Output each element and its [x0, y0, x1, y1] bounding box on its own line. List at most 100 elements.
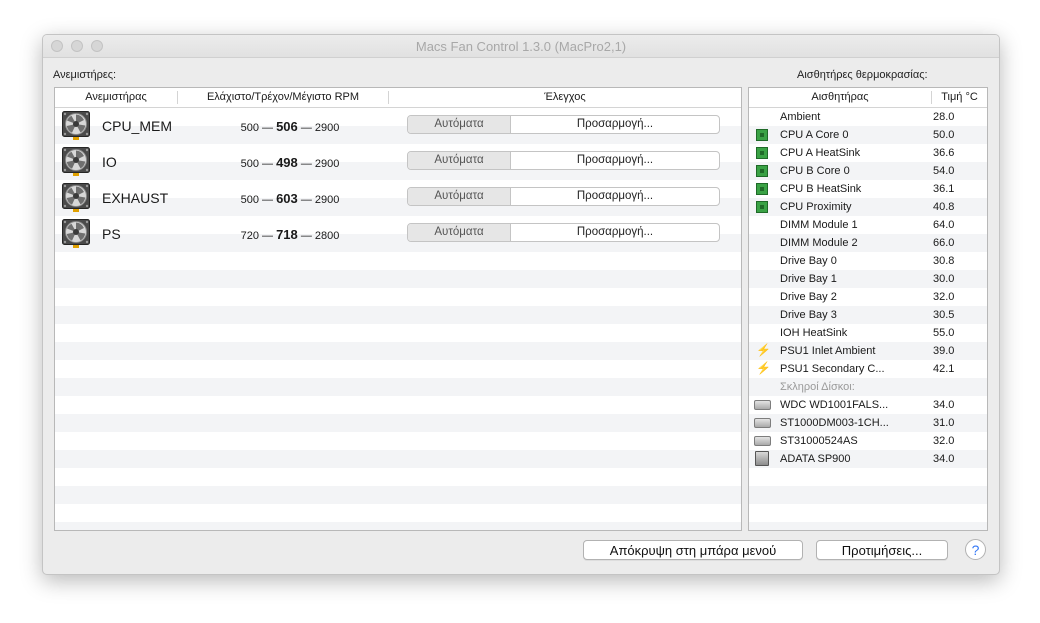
fans-section-label: Ανεμιστήρες: — [53, 69, 117, 81]
sensor-row[interactable]: CPU A HeatSink 36.6 — [749, 144, 987, 162]
sensor-name: Drive Bay 1 — [780, 273, 837, 285]
sensor-row[interactable]: IOH HeatSink 55.0 — [749, 324, 987, 342]
table-stripe — [55, 396, 741, 414]
hard-disk-icon — [754, 436, 771, 446]
auto-control-button[interactable]: Αυτόματα — [408, 224, 511, 241]
auto-control-button[interactable]: Αυτόματα — [408, 188, 511, 205]
col-rpm-header[interactable]: Ελάχιστο/Τρέχον/Μέγιστο RPM — [178, 91, 388, 103]
table-stripe — [55, 270, 741, 288]
sensor-value: 36.6 — [933, 147, 955, 159]
rpm-separator: — — [262, 122, 274, 134]
title-bar: Macs Fan Control 1.3.0 (MacPro2,1) — [43, 35, 999, 58]
sensor-row[interactable]: Drive Bay 2 32.0 — [749, 288, 987, 306]
fan-name: PS — [102, 226, 121, 242]
sensor-name: DIMM Module 2 — [780, 237, 858, 249]
sensors-table-header: Αισθητήρας Τιμή °C — [749, 88, 987, 108]
sensor-value: 55.0 — [933, 327, 955, 339]
fan-min-rpm: 500 — [240, 194, 259, 206]
custom-control-button[interactable]: Προσαρμογή... — [511, 188, 719, 205]
auto-control-button[interactable]: Αυτόματα — [408, 152, 511, 169]
col-control-header[interactable]: Έλεγχος — [389, 91, 741, 103]
table-stripe — [749, 486, 987, 504]
auto-control-button[interactable]: Αυτόματα — [408, 116, 511, 133]
rpm-separator: — — [300, 158, 312, 170]
fan-current-rpm: 718 — [276, 227, 298, 242]
sensor-row[interactable]: CPU B Core 0 54.0 — [749, 162, 987, 180]
col-fan-header[interactable]: Ανεμιστήρας — [55, 91, 177, 103]
table-stripe — [749, 504, 987, 522]
rpm-separator: — — [262, 230, 274, 242]
fan-icon — [62, 183, 90, 212]
table-stripe — [55, 522, 741, 530]
sensor-row[interactable]: CPU Proximity 40.8 — [749, 198, 987, 216]
table-stripe — [55, 306, 741, 324]
sensor-row[interactable]: Ambient 28.0 — [749, 108, 987, 126]
hide-in-menu-bar-button[interactable]: Απόκρυψη στη μπάρα μενού — [583, 540, 803, 560]
rpm-separator: — — [300, 230, 312, 242]
sensor-value: 50.0 — [933, 129, 955, 141]
fan-control-segmented: Αυτόματα Προσαρμογή... — [407, 115, 720, 134]
fans-table: Ανεμιστήρας Ελάχιστο/Τρέχον/Μέγιστο RPM … — [54, 87, 742, 531]
table-stripe — [55, 450, 741, 468]
sensor-name: PSU1 Secondary C... — [780, 363, 885, 375]
sensor-row[interactable]: ST31000524AS 32.0 — [749, 432, 987, 450]
rpm-separator: — — [262, 158, 274, 170]
fan-rpm: 500 — 498 — 2900 — [215, 155, 365, 170]
fan-rpm: 500 — 603 — 2900 — [215, 191, 365, 206]
sensors-section-label: Αισθητήρες θερμοκρασίας: — [797, 69, 928, 81]
col-value-header[interactable]: Τιμή °C — [932, 91, 987, 103]
table-stripe — [749, 468, 987, 486]
table-stripe — [55, 360, 741, 378]
disk-name: ADATA SP900 — [780, 453, 851, 465]
ssd-icon — [755, 451, 769, 466]
fan-control-segmented: Αυτόματα Προσαρμογή... — [407, 223, 720, 242]
fan-current-rpm: 506 — [276, 119, 298, 134]
fan-name: CPU_MEM — [102, 118, 173, 134]
table-stripe — [55, 414, 741, 432]
sensor-value: 64.0 — [933, 219, 955, 231]
sensor-row[interactable]: DIMM Module 2 66.0 — [749, 234, 987, 252]
disk-temperature: 34.0 — [933, 453, 955, 465]
table-stripe — [749, 522, 987, 530]
disk-name: WDC WD1001FALS... — [780, 399, 889, 411]
sensor-row[interactable]: Σκληροί Δίσκοι: — [749, 378, 987, 396]
help-button[interactable]: ? — [965, 539, 986, 560]
table-stripe — [55, 252, 741, 270]
sensor-name: CPU B HeatSink — [780, 183, 862, 195]
custom-control-button[interactable]: Προσαρμογή... — [511, 224, 719, 241]
fan-row: EXHAUST 500 — 603 — 2900 Αυτόματα Προσαρμογ… — [55, 180, 741, 216]
sensor-name: Drive Bay 0 — [780, 255, 837, 267]
sensor-value: 30.5 — [933, 309, 955, 321]
disk-temperature: 31.0 — [933, 417, 955, 429]
disk-temperature: 32.0 — [933, 435, 955, 447]
fan-icon — [62, 111, 90, 140]
sensor-name: CPU A Core 0 — [780, 129, 849, 141]
sensor-row[interactable]: ⚡ PSU1 Secondary C... 42.1 — [749, 360, 987, 378]
cpu-chip-icon — [756, 201, 768, 213]
table-stripe — [55, 432, 741, 450]
sensor-row[interactable]: ⚡ PSU1 Inlet Ambient 39.0 — [749, 342, 987, 360]
sensor-name: CPU Proximity — [780, 201, 852, 213]
sensor-row[interactable]: DIMM Module 1 64.0 — [749, 216, 987, 234]
fan-row: IO 500 — 498 — 2900 Αυτόματα Προσαρμογή... — [55, 144, 741, 180]
table-stripe — [55, 486, 741, 504]
preferences-button[interactable]: Προτιμήσεις... — [816, 540, 948, 560]
disk-name: ST1000DM003-1CH... — [780, 417, 889, 429]
sensor-row[interactable]: CPU A Core 0 50.0 — [749, 126, 987, 144]
sensor-row[interactable]: Drive Bay 0 30.8 — [749, 252, 987, 270]
sensor-row[interactable]: ADATA SP900 34.0 — [749, 450, 987, 468]
sensor-row[interactable]: ST1000DM003-1CH... 31.0 — [749, 414, 987, 432]
sensor-value: 39.0 — [933, 345, 955, 357]
fan-current-rpm: 498 — [276, 155, 298, 170]
col-sensor-header[interactable]: Αισθητήρας — [749, 91, 931, 103]
disk-name: ST31000524AS — [780, 435, 858, 447]
lightning-bolt-icon: ⚡ — [756, 361, 771, 375]
sensor-row[interactable]: WDC WD1001FALS... 34.0 — [749, 396, 987, 414]
sensor-row[interactable]: Drive Bay 3 30.5 — [749, 306, 987, 324]
custom-control-button[interactable]: Προσαρμογή... — [511, 152, 719, 169]
custom-control-button[interactable]: Προσαρμογή... — [511, 116, 719, 133]
sensor-row[interactable]: Drive Bay 1 30.0 — [749, 270, 987, 288]
sensor-row[interactable]: CPU B HeatSink 36.1 — [749, 180, 987, 198]
fan-min-rpm: 500 — [240, 122, 259, 134]
table-stripe — [55, 468, 741, 486]
